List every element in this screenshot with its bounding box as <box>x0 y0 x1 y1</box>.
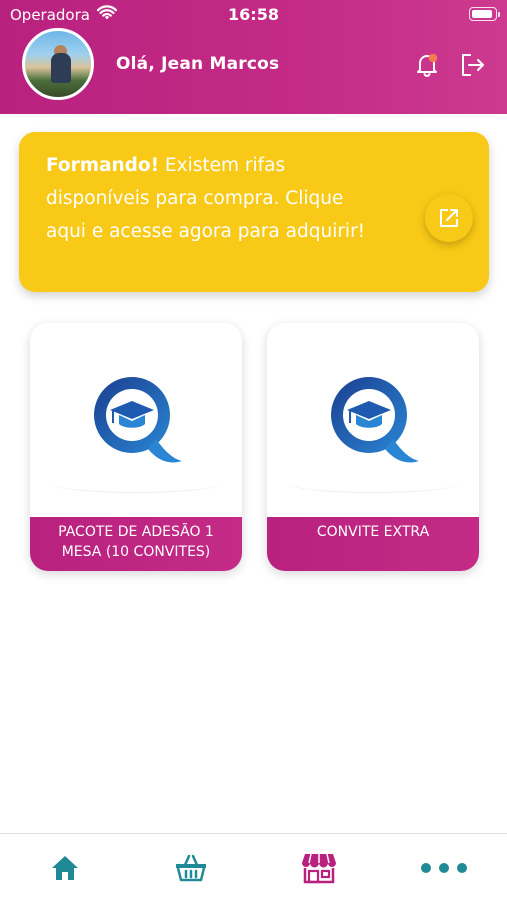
graduation-q-logo-icon <box>331 377 419 463</box>
graduation-q-logo-icon <box>94 377 182 463</box>
battery-icon <box>469 7 500 21</box>
bottom-tab-bar <box>0 833 507 900</box>
avatar[interactable] <box>22 28 94 100</box>
tab-store[interactable] <box>301 852 337 884</box>
tab-home[interactable] <box>47 852 83 884</box>
external-link-icon[interactable] <box>425 194 473 242</box>
product-card[interactable]: CONVITE EXTRA <box>267 323 479 571</box>
product-card[interactable]: PACOTE DE ADESÃO 1 MESA (10 CONVITES) <box>30 323 242 571</box>
promo-highlight: Formando! <box>46 155 160 176</box>
product-label: CONVITE EXTRA <box>267 517 479 571</box>
product-label: PACOTE DE ADESÃO 1 MESA (10 CONVITES) <box>30 517 242 571</box>
promo-message: Formando! Existem rifas disponíveis para… <box>46 149 386 248</box>
logout-icon[interactable] <box>457 50 487 80</box>
tab-basket[interactable] <box>173 852 209 884</box>
status-bar: Operadora 16:58 <box>0 0 507 30</box>
greeting-text: Olá, Jean Marcos <box>116 54 280 74</box>
store-icon <box>302 853 336 884</box>
app-header: Operadora 16:58 Olá, Jean Marcos <box>0 0 507 114</box>
notification-bell-icon[interactable] <box>412 50 442 80</box>
raffle-promo-banner[interactable]: Formando! Existem rifas disponíveis para… <box>19 132 489 292</box>
clock: 16:58 <box>228 5 279 24</box>
basket-icon <box>176 854 206 882</box>
more-icon[interactable] <box>416 852 472 884</box>
home-icon <box>52 856 78 880</box>
